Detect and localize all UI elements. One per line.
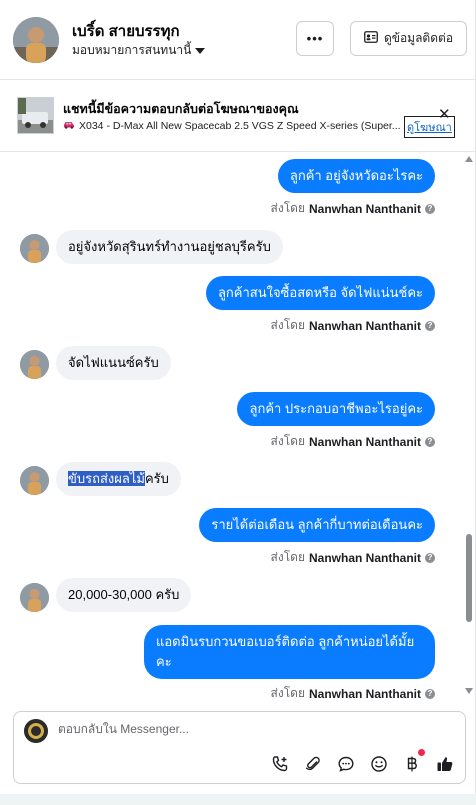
sent-by-label: ส่งโดย Nanwhan Nanthanit ? bbox=[271, 316, 435, 335]
more-options-button[interactable]: ••• bbox=[296, 21, 334, 56]
composer-toolbar bbox=[270, 749, 455, 774]
ad-thumbnail bbox=[17, 97, 54, 134]
conversation-header: เบริ์ด สายบรรทุก มอบหมายการสนทนานี้ ••• … bbox=[0, 0, 476, 80]
sent-by-label: ส่งโดย Nanwhan Nanthanit ? bbox=[271, 684, 435, 703]
sent-by-name: Nanwhan Nanthanit bbox=[308, 434, 421, 449]
incoming-message: จัดไฟแนนซ์ครับ bbox=[56, 346, 171, 380]
view-contact-button[interactable]: ดูข้อมูลติดต่อ bbox=[350, 21, 467, 56]
outgoing-message: ลูกค้า ประกอบอาชีพอะไรอยู่คะ bbox=[237, 392, 435, 426]
page-avatar bbox=[24, 719, 48, 743]
ad-subtitle-text: X034 - D-Max All New Spacecab 2.5 VGS Z … bbox=[79, 120, 401, 132]
contact-card-icon bbox=[364, 31, 378, 46]
sent-by-prefix: ส่งโดย bbox=[270, 201, 305, 215]
sent-by-prefix: ส่งโดย bbox=[270, 550, 305, 564]
sent-by-label: ส่งโดย Nanwhan Nanthanit ? bbox=[271, 199, 435, 218]
avatar bbox=[20, 350, 49, 379]
sent-by-label: ส่งโดย Nanwhan Nanthanit ? bbox=[271, 432, 435, 451]
message-thread[interactable]: ลูกค้า อยู่จังหวัดอะไรคะ ส่งโดย Nanwhan … bbox=[0, 153, 476, 703]
info-icon[interactable]: ? bbox=[425, 688, 435, 699]
conversation-panel: เบริ์ด สายบรรทุก มอบหมายการสนทนานี้ ••• … bbox=[0, 0, 476, 794]
incoming-message: อยู่จังหวัดสุรินทร์ทำงานอยู่ชลบุรีครับ bbox=[56, 230, 283, 264]
view-contact-label: ดูข้อมูลติดต่อ bbox=[383, 31, 454, 45]
sent-by-name: Nanwhan Nanthanit bbox=[308, 686, 421, 701]
ad-reply-banner: แชทนี้มีข้อความตอบกลับต่อโฆษณาของคุณ X03… bbox=[0, 81, 476, 152]
avatar bbox=[20, 466, 49, 495]
close-icon[interactable]: ✕ bbox=[438, 107, 451, 122]
sent-by-name: Nanwhan Nanthanit bbox=[308, 318, 421, 333]
incoming-message: 20,000-30,000 ครับ bbox=[56, 578, 192, 612]
saved-replies-icon[interactable] bbox=[336, 754, 356, 774]
chevron-down-icon bbox=[195, 47, 206, 54]
scroll-down-icon[interactable] bbox=[465, 688, 473, 694]
thumbs-up-icon[interactable] bbox=[435, 754, 455, 774]
reply-composer bbox=[13, 711, 466, 784]
notification-dot bbox=[418, 749, 425, 756]
sent-by-name: Nanwhan Nanthanit bbox=[308, 550, 421, 565]
emoji-icon[interactable] bbox=[369, 754, 389, 774]
assign-conversation-label: มอบหมายการสนทนานี้ bbox=[72, 43, 192, 57]
outgoing-message: รายได้ต่อเดือน ลูกค้ากี่บาทต่อเดือนคะ bbox=[199, 508, 435, 542]
scrollbar-thumb[interactable] bbox=[466, 534, 472, 622]
sent-by-name: Nanwhan Nanthanit bbox=[308, 201, 421, 216]
sent-by-label: ส่งโดย Nanwhan Nanthanit ? bbox=[271, 548, 435, 567]
outgoing-message: ลูกค้าสนใจซื้อสดหรือ จัดไฟแน่นช์คะ bbox=[205, 276, 435, 310]
info-icon[interactable]: ? bbox=[425, 203, 435, 214]
incoming-message: ขับรถส่งผลไม้ครับ bbox=[56, 462, 181, 496]
ad-banner-title: แชทนี้มีข้อความตอบกลับต่อโฆษณาของคุณ bbox=[63, 102, 299, 116]
ad-banner-subtitle: X034 - D-Max All New Spacecab 2.5 VGS Z … bbox=[63, 120, 401, 132]
reply-input[interactable] bbox=[58, 722, 438, 736]
avatar bbox=[20, 583, 49, 612]
outgoing-message: แอดมินรบกวนขอเบอร์ติดต่อ ลูกค้าหน่อยได้ม… bbox=[144, 625, 435, 679]
attachment-icon[interactable] bbox=[303, 754, 323, 774]
contact-avatar[interactable] bbox=[13, 17, 59, 63]
outgoing-message: ลูกค้า อยู่จังหวัดอะไรคะ bbox=[277, 159, 435, 193]
sent-by-prefix: ส่งโดย bbox=[270, 318, 305, 332]
selected-text: ขับรถส่งผลไม้ bbox=[68, 471, 145, 486]
avatar bbox=[20, 234, 49, 263]
sent-by-prefix: ส่งโดย bbox=[270, 686, 305, 700]
contact-name: เบริ์ด สายบรรทุก bbox=[72, 23, 180, 40]
scroll-up-icon[interactable] bbox=[465, 156, 473, 162]
assign-conversation-dropdown[interactable]: มอบหมายการสนทนานี้ bbox=[72, 41, 206, 60]
phone-add-icon[interactable] bbox=[270, 754, 290, 774]
car-icon bbox=[63, 120, 75, 132]
more-options-label: ••• bbox=[306, 31, 324, 46]
payment-baht-icon[interactable] bbox=[402, 749, 425, 774]
info-icon[interactable]: ? bbox=[425, 436, 435, 447]
info-icon[interactable]: ? bbox=[425, 552, 435, 563]
sent-by-prefix: ส่งโดย bbox=[270, 434, 305, 448]
info-icon[interactable]: ? bbox=[425, 320, 435, 331]
message-text: ครับ bbox=[144, 471, 169, 486]
